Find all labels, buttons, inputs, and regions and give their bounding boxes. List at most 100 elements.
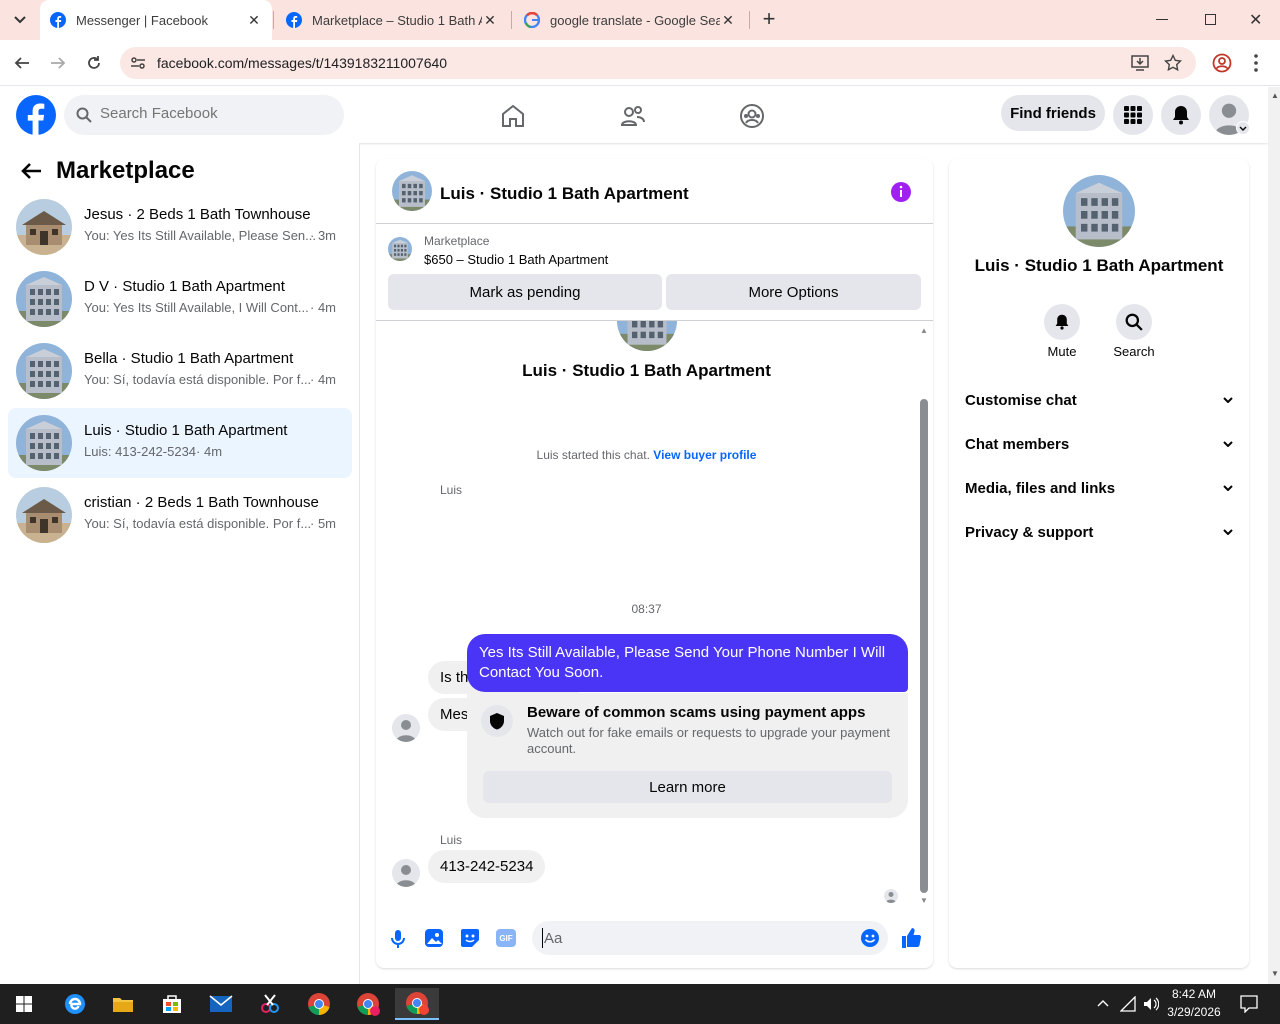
profile-icon[interactable] <box>1212 53 1232 73</box>
browser-tab-marketplace[interactable]: Marketplace – Studio 1 Bath Ap ✕ <box>276 0 508 40</box>
notifications-button[interactable] <box>1161 95 1201 135</box>
conversation-item[interactable]: cristian · 2 Beds 1 Bath Townhouse You: … <box>8 480 352 550</box>
text-cursor <box>542 928 543 948</box>
sender-avatar[interactable] <box>392 714 420 742</box>
restore-button[interactable] <box>1205 14 1216 25</box>
minimize-button[interactable] <box>1156 19 1168 20</box>
section-label: Privacy & support <box>965 523 1094 541</box>
conversation-time: · 4m <box>196 444 223 459</box>
more-options-button[interactable]: More Options <box>666 274 921 310</box>
site-settings-icon[interactable] <box>130 55 146 71</box>
back-arrow-icon[interactable] <box>20 162 42 180</box>
chrome-active-taskbar-icon[interactable] <box>395 988 439 1020</box>
profile-avatar[interactable] <box>1063 175 1135 247</box>
emoji-icon[interactable] <box>860 928 880 948</box>
tab-search-button[interactable] <box>8 10 32 30</box>
message-scrollbar[interactable]: ▲ ▼ <box>919 326 929 903</box>
sticker-icon[interactable] <box>460 928 480 948</box>
listing-thumbnail <box>16 271 72 327</box>
chrome-profile-taskbar-icon[interactable] <box>346 988 390 1020</box>
sender-avatar[interactable] <box>392 859 420 887</box>
learn-more-button[interactable]: Learn more <box>483 771 892 803</box>
conversation-item-selected[interactable]: Luis · Studio 1 Bath Apartment Luis: 413… <box>8 408 352 478</box>
install-app-icon[interactable] <box>1131 55 1149 71</box>
edge-taskbar-icon[interactable] <box>53 988 97 1020</box>
scam-warning-card: Beware of common scams using payment app… <box>467 693 908 818</box>
media-files-section[interactable]: Media, files and links <box>965 468 1233 508</box>
chat-members-section[interactable]: Chat members <box>965 424 1233 464</box>
info-icon[interactable] <box>890 181 912 203</box>
home-icon[interactable] <box>500 103 526 129</box>
bookmark-star-icon[interactable] <box>1164 54 1182 72</box>
store-taskbar-icon[interactable] <box>150 988 194 1020</box>
chrome-taskbar-icon[interactable] <box>297 988 341 1020</box>
search-input[interactable] <box>100 105 330 122</box>
browser-tab-messenger[interactable]: Messenger | Facebook ✕ <box>40 0 272 40</box>
message-bubble[interactable]: 413-242-5234 <box>428 850 546 883</box>
chevron-down-icon <box>1223 397 1233 403</box>
close-tab-icon[interactable]: ✕ <box>720 12 736 29</box>
close-tab-icon[interactable]: ✕ <box>246 12 262 29</box>
conversation-time: · 5m <box>310 516 336 531</box>
network-icon[interactable] <box>1120 996 1136 1012</box>
timestamp: 08:37 <box>631 602 662 616</box>
chevron-up-icon[interactable] <box>1097 999 1109 1007</box>
listing-thumbnail <box>16 415 72 471</box>
privacy-support-section[interactable]: Privacy & support <box>965 512 1233 552</box>
listing-detail[interactable]: $650 – Studio 1 Bath Apartment <box>424 252 608 267</box>
find-friends-button[interactable]: Find friends <box>1001 95 1105 131</box>
address-bar[interactable]: facebook.com/messages/t/1439183211007640 <box>120 47 1196 79</box>
mute-button[interactable] <box>1044 304 1080 340</box>
mark-as-pending-button[interactable]: Mark as pending <box>388 274 662 310</box>
friends-icon[interactable] <box>620 103 646 129</box>
message-list[interactable]: Luis · Studio 1 Bath Apartment Luis star… <box>376 321 933 903</box>
notification-center-icon[interactable] <box>1240 995 1258 1013</box>
browser-tab-strip: Messenger | Facebook ✕ Marketplace – Stu… <box>0 0 1280 40</box>
volume-icon[interactable] <box>1143 996 1159 1012</box>
message-input[interactable]: Aa <box>532 921 888 955</box>
conversation-preview: You: Sí, todavía está disponible. Por f.… <box>84 372 312 387</box>
facebook-search[interactable] <box>64 95 344 135</box>
google-icon <box>524 12 540 28</box>
section-label: Customise chat <box>965 391 1077 409</box>
start-button[interactable] <box>2 988 46 1020</box>
account-chevron[interactable] <box>1236 121 1250 135</box>
menu-button[interactable] <box>1113 95 1153 135</box>
chat-avatar[interactable] <box>392 171 432 211</box>
close-window-button[interactable]: ✕ <box>1249 10 1262 30</box>
scrollbar-thumb[interactable] <box>920 399 928 893</box>
close-tab-icon[interactable]: ✕ <box>482 12 498 29</box>
url-text[interactable]: facebook.com/messages/t/1439183211007640 <box>157 55 447 71</box>
conversation-item[interactable]: Bella · Studio 1 Bath Apartment You: Sí,… <box>8 336 352 406</box>
gif-icon[interactable]: GIF <box>496 929 516 947</box>
snipping-taskbar-icon[interactable] <box>248 988 292 1020</box>
scam-body: Watch out for fake emails or requests to… <box>527 725 890 756</box>
facebook-logo-icon[interactable] <box>16 95 56 135</box>
thumbs-up-icon[interactable] <box>900 927 922 949</box>
photo-icon[interactable] <box>424 928 444 948</box>
my-message-bubble[interactable]: Yes Its Still Available, Please Send You… <box>467 634 908 692</box>
page-scrollbar[interactable]: ▲ ▼ <box>1268 87 1280 984</box>
new-tab-button[interactable]: + <box>758 6 780 32</box>
bell-icon <box>1055 314 1069 330</box>
chat-title[interactable]: Luis · Studio 1 Bath Apartment <box>440 184 689 204</box>
conversation-item[interactable]: Jesus · 2 Beds 1 Bath Townhouse You: Yes… <box>8 192 352 262</box>
file-explorer-taskbar-icon[interactable] <box>101 988 145 1020</box>
clock-time[interactable]: 8:42 AM <box>1160 987 1228 1001</box>
search-chat-button[interactable] <box>1116 304 1152 340</box>
mail-taskbar-icon[interactable] <box>199 988 243 1020</box>
conversation-preview: You: Sí, todavía está disponible. Por f.… <box>84 516 312 531</box>
chevron-down-icon <box>1223 529 1233 535</box>
forward-arrow-icon[interactable] <box>50 55 66 71</box>
groups-icon[interactable] <box>739 103 765 129</box>
customise-chat-section[interactable]: Customise chat <box>965 380 1233 420</box>
browser-tab-google[interactable]: google translate - Google Searc ✕ <box>514 0 746 40</box>
menu-dots-icon[interactable] <box>1254 54 1258 72</box>
microphone-icon[interactable] <box>390 929 406 949</box>
view-buyer-profile-link[interactable]: View buyer profile <box>653 448 756 462</box>
reload-icon[interactable] <box>86 55 102 71</box>
conversation-item[interactable]: D V · Studio 1 Bath Apartment You: Yes I… <box>8 264 352 334</box>
back-arrow-icon[interactable] <box>14 55 30 71</box>
clock-date[interactable]: 3/29/2026 <box>1160 1005 1228 1019</box>
search-icon <box>76 107 92 123</box>
